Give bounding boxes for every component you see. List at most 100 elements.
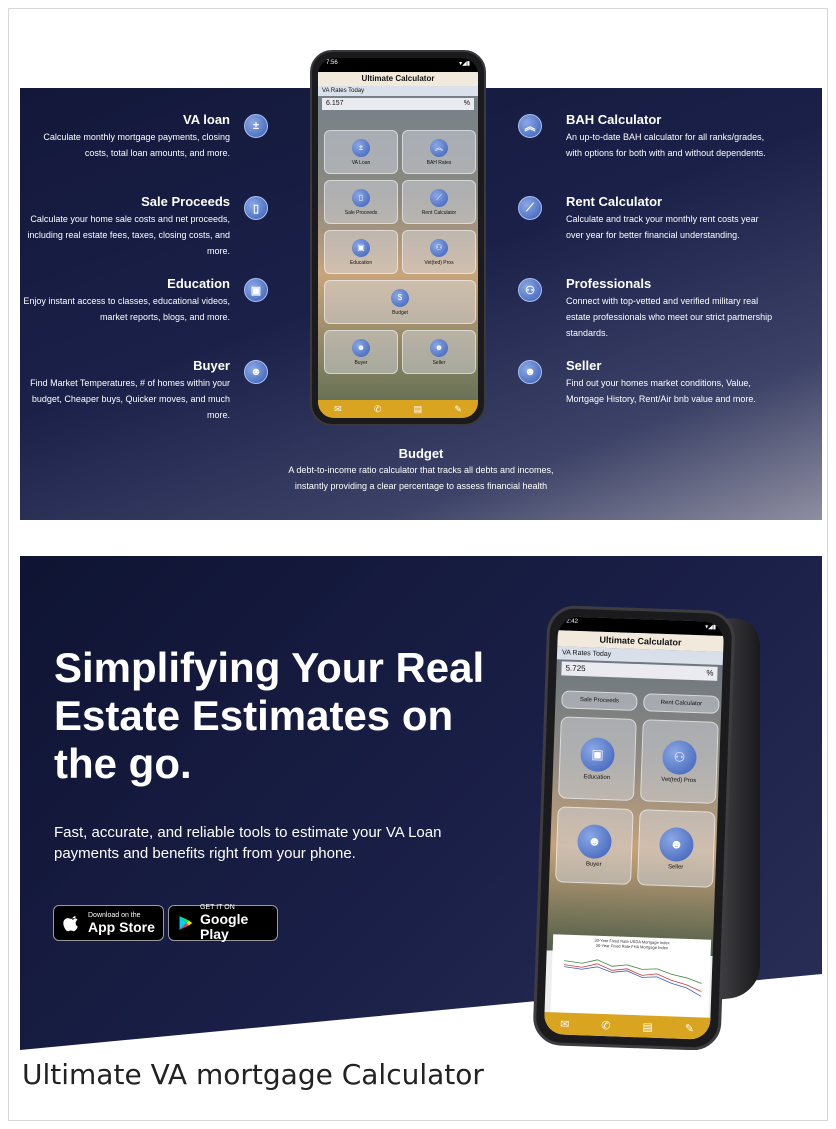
rates-label: VA Rates Today: [318, 86, 478, 96]
status-time: 2:42: [566, 618, 578, 625]
people-icon: ⚇: [518, 278, 542, 302]
tile-rent-calculator[interactable]: ⟋ Rent Calculator: [402, 180, 476, 224]
tile-buyer[interactable]: ☻ Buyer: [324, 330, 398, 374]
feature-title: Seller: [566, 358, 602, 373]
feature-title: Sale Proceeds: [141, 194, 230, 209]
robot-icon: ☻: [430, 338, 448, 357]
rate-value: 5.725: [565, 663, 586, 674]
phone-screen: 2:42 ▾◢▮ Ultimate Calculator VA Rates To…: [543, 616, 725, 1040]
phone-mockup-3d: 2:42 ▾◢▮ Ultimate Calculator VA Rates To…: [520, 600, 820, 1050]
tile-label: Sale Proceeds: [579, 697, 620, 705]
edit-icon[interactable]: ✎: [685, 1021, 695, 1034]
tile-label: Seller: [432, 359, 446, 366]
feature-sale-proceeds: Sale Proceeds Calculate your home sale c…: [20, 194, 230, 259]
robot-icon: ☻: [576, 823, 613, 859]
phone-icon[interactable]: ✆: [601, 1018, 611, 1031]
rate-history-chart: 30-Year Fixed Rate USDA Mortgage Index 3…: [550, 934, 712, 1020]
feature-title: Education: [167, 276, 230, 291]
feature-bah-calculator: BAH Calculator An up-to-date BAH calcula…: [566, 112, 776, 161]
tile-label: VA Loan: [351, 159, 371, 166]
education-icon: ▣: [244, 278, 268, 302]
tile-bah-rates[interactable]: ︽ BAH Rates: [402, 130, 476, 174]
percent-sign: %: [706, 668, 714, 678]
sale-proceeds-icon: ▯: [244, 196, 268, 220]
chevron-rank-icon: ︽: [518, 114, 542, 138]
mail-icon[interactable]: ✉: [560, 1017, 570, 1030]
page-caption: Ultimate VA mortgage Calculator: [22, 1058, 484, 1091]
status-time: 7:56: [326, 60, 338, 66]
tile-label: Vet(ted) Pros: [424, 259, 454, 266]
google-play-icon: [179, 916, 193, 930]
feature-title: BAH Calculator: [566, 112, 662, 127]
phone-screen: 7:56 ▾◢▮ Ultimate Calculator VA Rates To…: [318, 58, 478, 418]
tile-label: Education: [583, 773, 611, 781]
phone-mockup: 7:56 ▾◢▮ Ultimate Calculator VA Rates To…: [310, 50, 486, 426]
mail-icon[interactable]: ✉: [334, 404, 342, 415]
tile-sale-proceeds[interactable]: ▯ Sale Proceeds: [324, 180, 398, 224]
robot-icon: ☻: [352, 338, 370, 357]
people-icon: ⚇: [430, 238, 448, 257]
feature-desc: Enjoy instant access to classes, educati…: [23, 296, 230, 322]
people-icon: ⚇: [661, 739, 698, 775]
bottom-nav: ✉ ✆ ▤ ✎: [543, 1011, 711, 1040]
feature-professionals: Professionals Connect with top-vetted an…: [566, 276, 776, 341]
chart-icon: ⟋: [518, 196, 542, 220]
sale-proceeds-icon: ▯: [352, 188, 370, 207]
feature-desc: Connect with top-vetted and verified mil…: [566, 296, 773, 338]
app-store-button[interactable]: Download on the App Store: [53, 905, 164, 941]
robot-icon: ☻: [518, 360, 542, 384]
calculator-icon: ±: [244, 114, 268, 138]
tile-budget[interactable]: $ Budget: [324, 280, 476, 324]
tile-label: Vet(ted) Pros: [661, 776, 697, 784]
tile-vetted-pros[interactable]: ⚇ Vet(ted) Pros: [639, 719, 719, 804]
feature-buyer: Buyer Find Market Temperatures, # of hom…: [20, 358, 230, 423]
feature-title: VA loan: [183, 112, 230, 127]
tile-rent-calculator[interactable]: Rent Calculator: [643, 693, 720, 714]
feature-rent-calculator: Rent Calculator Calculate and track your…: [566, 194, 776, 243]
chart-lines: [564, 959, 702, 997]
rate-field[interactable]: 5.725 %: [561, 661, 718, 681]
signal-icon: ▾◢▮: [459, 61, 470, 67]
calculator-icon: ±: [352, 138, 370, 157]
chart-icon: ⟋: [430, 188, 448, 207]
chat-icon[interactable]: ▤: [642, 1020, 653, 1033]
rate-field[interactable]: 6.157 %: [322, 98, 474, 110]
wallet-icon: $: [391, 288, 409, 307]
education-icon: ▣: [579, 736, 616, 772]
tile-education[interactable]: ▣ Education: [557, 716, 637, 801]
feature-title: Professionals: [566, 276, 652, 291]
robot-icon: ☻: [658, 826, 695, 862]
tile-seller[interactable]: ☻ Seller: [637, 809, 716, 888]
education-icon: ▣: [352, 238, 370, 257]
tile-label: Education: [349, 259, 373, 266]
hero-panel: Simplifying Your Real Estate Estimates o…: [20, 556, 822, 1050]
feature-va-loan: VA loan Calculate monthly mortgage payme…: [20, 112, 230, 161]
percent-sign: %: [463, 100, 470, 107]
feature-desc: Calculate your home sale costs and net p…: [27, 214, 230, 256]
tile-buyer[interactable]: ☻ Buyer: [555, 806, 634, 885]
chat-icon[interactable]: ▤: [414, 404, 423, 415]
status-bar: 7:56 ▾◢▮: [318, 58, 478, 72]
feature-title: Budget: [398, 446, 444, 461]
app-title: Ultimate Calculator: [318, 72, 478, 86]
tile-seller[interactable]: ☻ Seller: [402, 330, 476, 374]
phone-icon[interactable]: ✆: [374, 404, 382, 415]
features-panel: VA loan Calculate monthly mortgage payme…: [20, 20, 822, 520]
google-play-button[interactable]: GET IT ON Google Play: [168, 904, 278, 942]
edit-icon[interactable]: ✎: [454, 404, 462, 415]
tile-sale-proceeds[interactable]: Sale Proceeds: [561, 690, 638, 712]
rate-value: 6.157: [326, 100, 344, 107]
chevron-rank-icon: ︽: [430, 138, 448, 157]
tile-education[interactable]: ▣ Education: [324, 230, 398, 274]
tile-va-loan[interactable]: ± VA Loan: [324, 130, 398, 174]
tile-vetted-pros[interactable]: ⚇ Vet(ted) Pros: [402, 230, 476, 274]
feature-desc: A debt-to-income ratio calculator that t…: [288, 465, 554, 491]
tile-label: Sale Proceeds: [344, 209, 378, 216]
tile-label: BAH Rates: [426, 159, 452, 166]
feature-seller: Seller Find out your homes market condit…: [566, 358, 776, 407]
feature-title: Rent Calculator: [566, 194, 663, 209]
bottom-nav: ✉ ✆ ▤ ✎: [318, 400, 478, 418]
app-store-big: App Store: [88, 918, 155, 935]
phone-mockup: 2:42 ▾◢▮ Ultimate Calculator VA Rates To…: [532, 604, 736, 1050]
feature-desc: An up-to-date BAH calculator for all ran…: [566, 132, 766, 158]
